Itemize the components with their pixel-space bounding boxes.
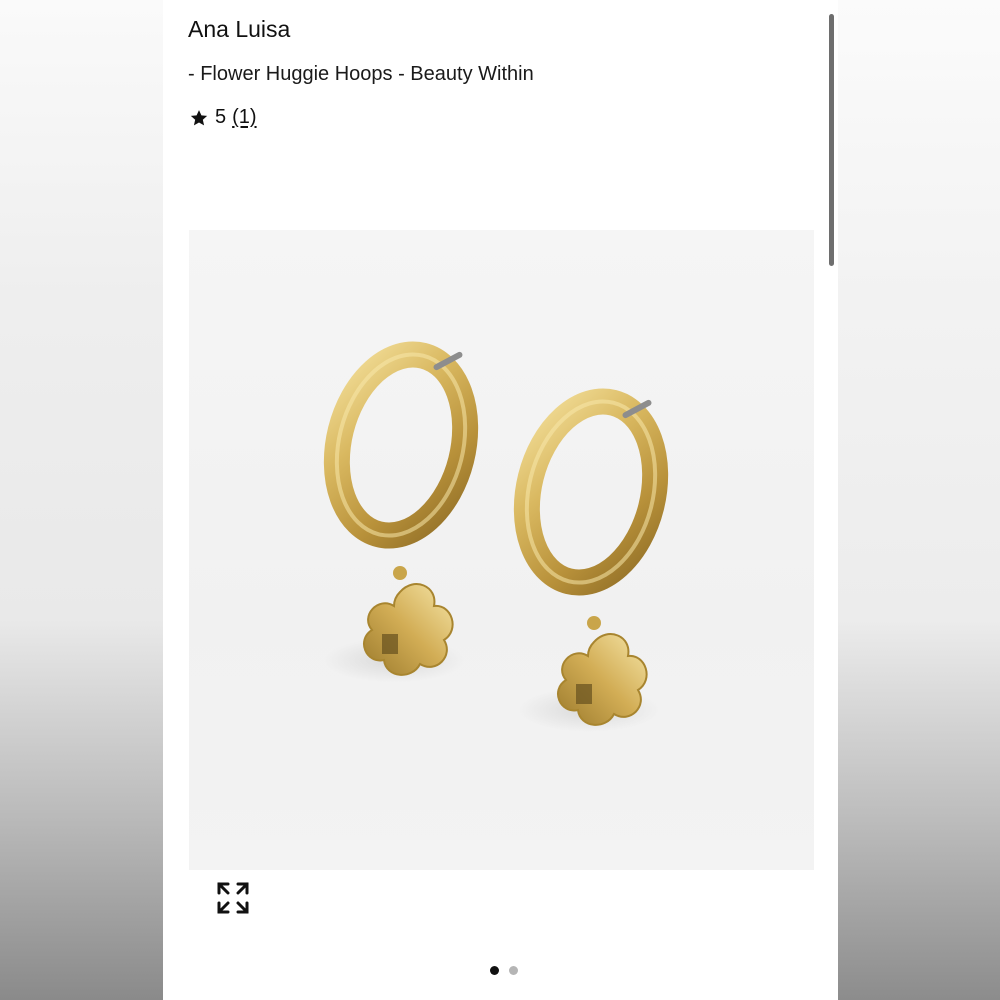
brand-name[interactable]: Ana Luisa [188,16,290,43]
product-page: Ana Luisa - Flower Huggie Hoops - Beauty… [163,0,838,1000]
rating-row[interactable]: 5 (1) [189,106,257,129]
carousel-pagination [163,966,838,975]
right-earring [513,388,669,726]
rating-value: 5 [215,106,227,128]
scrollbar[interactable] [829,14,834,266]
carousel-dot-1[interactable] [489,966,499,975]
left-earring [323,341,479,676]
carousel-dot-2[interactable] [508,966,518,975]
blurred-background-right [838,0,1000,1000]
expand-image-button[interactable] [213,880,253,920]
review-count-link[interactable]: (1) [232,106,256,129]
blurred-background-left [0,0,163,1000]
earrings-illustration [323,341,669,732]
expand-icon [215,880,251,921]
product-image[interactable] [189,230,814,870]
product-title: - Flower Huggie Hoops - Beauty Within [188,63,534,85]
star-icon [189,108,209,128]
